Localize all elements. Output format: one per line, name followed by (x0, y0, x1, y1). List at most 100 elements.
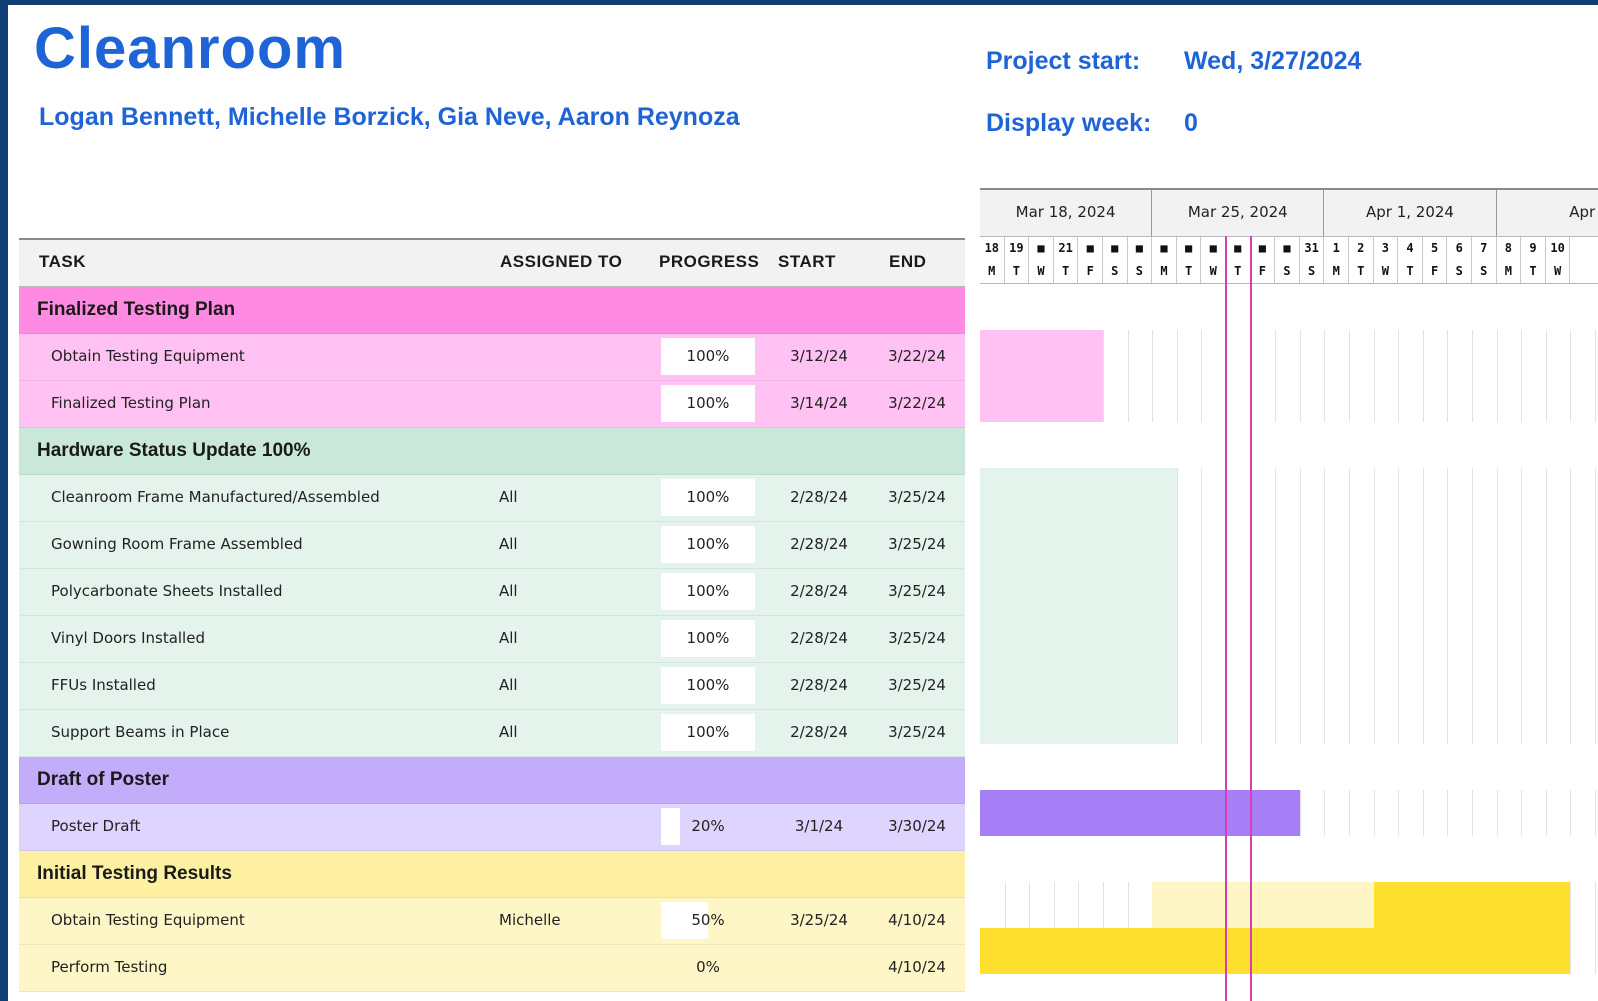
gantt-day-number: 10 (1546, 237, 1571, 260)
task-assigned[interactable]: All (499, 582, 518, 600)
column-header-progress[interactable]: PROGRESS (659, 252, 759, 272)
column-header-start[interactable]: START (778, 252, 836, 272)
gantt-task-row (980, 330, 1598, 376)
task-row[interactable]: Poster Draft 20% 3/1/24 3/30/24 (19, 804, 965, 851)
task-start[interactable]: 3/25/24 (771, 911, 867, 929)
gantt-gridline (1595, 928, 1596, 974)
spreadsheet-sheet: Cleanroom Logan Bennett, Michelle Borzic… (8, 5, 1598, 1001)
gantt-task-row (980, 652, 1598, 698)
gantt-bar[interactable] (980, 514, 1177, 560)
task-assigned[interactable]: Michelle (499, 911, 561, 929)
task-start[interactable]: 2/28/24 (771, 723, 867, 741)
project-title[interactable]: Cleanroom (34, 15, 346, 82)
task-row[interactable]: Support Beams in Place All 100% 2/28/24 3/25… (19, 710, 965, 757)
column-header-end[interactable]: END (889, 252, 926, 272)
progress-bar[interactable]: 100% (661, 338, 755, 375)
project-start-value[interactable]: Wed, 3/27/2024 (1184, 47, 1361, 76)
task-end[interactable]: 4/10/24 (871, 911, 963, 929)
task-end[interactable]: 3/25/24 (871, 723, 963, 741)
progress-bar[interactable]: 100% (661, 526, 755, 563)
task-row[interactable]: Vinyl Doors Installed All 100% 2/28/24 3/25/… (19, 616, 965, 663)
progress-bar[interactable]: 100% (661, 385, 755, 422)
task-row[interactable]: Obtain Testing Equipment Michelle 50% 3/25/… (19, 898, 965, 945)
gantt-bar[interactable] (980, 560, 1177, 606)
progress-bar[interactable]: 100% (661, 667, 755, 704)
task-name[interactable]: Obtain Testing Equipment (51, 347, 245, 365)
gantt-bar[interactable] (980, 652, 1177, 698)
task-table: TASK ASSIGNED TO PROGRESS START END Fina… (19, 238, 965, 992)
gantt-week-label[interactable]: Mar 18, 2024 (980, 190, 1153, 236)
gantt-gridline (1595, 882, 1596, 928)
column-header-task[interactable]: TASK (39, 252, 86, 272)
task-name[interactable]: Gowning Room Frame Assembled (51, 535, 303, 553)
task-end[interactable]: 3/30/24 (871, 817, 963, 835)
task-start[interactable]: 3/12/24 (771, 347, 867, 365)
gantt-week-label[interactable]: Mar 25, 2024 (1152, 190, 1325, 236)
group-header-row[interactable]: Finalized Testing Plan (19, 287, 965, 334)
task-start[interactable]: 3/14/24 (771, 394, 867, 412)
task-assigned[interactable]: All (499, 535, 518, 553)
progress-bar[interactable]: 100% (661, 573, 755, 610)
task-assigned[interactable]: All (499, 723, 518, 741)
task-name[interactable]: Polycarbonate Sheets Installed (51, 582, 282, 600)
task-start[interactable]: 3/1/24 (771, 817, 867, 835)
gantt-bar[interactable] (980, 606, 1177, 652)
task-name[interactable]: Finalized Testing Plan (51, 394, 211, 412)
task-name[interactable]: Cleanroom Frame Manufactured/Assembled (51, 488, 380, 506)
task-assigned[interactable]: All (499, 676, 518, 694)
task-start[interactable]: 2/28/24 (771, 582, 867, 600)
task-end[interactable]: 3/25/24 (871, 629, 963, 647)
gantt-bar[interactable] (980, 330, 1103, 376)
task-start[interactable]: 2/28/24 (771, 488, 867, 506)
progress-bar[interactable]: 100% (661, 714, 755, 751)
task-row[interactable]: Perform Testing 0% 4/10/24 (19, 945, 965, 992)
task-end[interactable]: 3/25/24 (871, 676, 963, 694)
task-row[interactable]: FFUs Installed All 100% 2/28/24 3/25/24 (19, 663, 965, 710)
group-header-row[interactable]: Initial Testing Results (19, 851, 965, 898)
gantt-bar[interactable] (980, 928, 1571, 974)
project-authors[interactable]: Logan Bennett, Michelle Borzick, Gia Nev… (39, 103, 740, 132)
progress-bar[interactable]: 20% (661, 808, 755, 845)
progress-bar[interactable]: 50% (661, 902, 755, 939)
task-start[interactable]: 2/28/24 (771, 535, 867, 553)
task-assigned[interactable]: All (499, 488, 518, 506)
task-end[interactable]: 3/25/24 (871, 582, 963, 600)
task-end[interactable]: 3/22/24 (871, 347, 963, 365)
task-row[interactable]: Gowning Room Frame Assembled All 100% 2/28/… (19, 522, 965, 569)
task-end[interactable]: 3/25/24 (871, 488, 963, 506)
gantt-task-row (980, 882, 1598, 928)
task-row[interactable]: Obtain Testing Equipment 100% 3/12/24 3/22/… (19, 334, 965, 381)
task-start[interactable]: 2/28/24 (771, 629, 867, 647)
task-name[interactable]: Poster Draft (51, 817, 140, 835)
task-name[interactable]: Perform Testing (51, 958, 167, 976)
task-end[interactable]: 3/25/24 (871, 535, 963, 553)
gantt-bar[interactable] (980, 698, 1177, 744)
progress-text: 0% (696, 958, 720, 976)
task-start[interactable]: 2/28/24 (771, 676, 867, 694)
task-assigned[interactable]: All (499, 629, 518, 647)
gantt-bar-progress[interactable] (1373, 882, 1571, 928)
group-header-row[interactable]: Hardware Status Update 100% (19, 428, 965, 475)
gantt-bar[interactable] (980, 468, 1177, 514)
progress-bar[interactable]: 100% (661, 479, 755, 516)
task-end[interactable]: 3/22/24 (871, 394, 963, 412)
progress-bar[interactable]: 0% (661, 949, 755, 986)
task-end[interactable]: 4/10/24 (871, 958, 963, 976)
task-name[interactable]: Vinyl Doors Installed (51, 629, 205, 647)
gantt-gridline (1176, 514, 1178, 560)
group-header-row[interactable]: Draft of Poster (19, 757, 965, 804)
gantt-day-numbers: 18 19 ■ 21 ■ ■ ■ ■ ■ ■ ■ ■ ■ 31 1 2 3 4 5 6 7 8 9 10 (980, 236, 1598, 260)
column-header-assigned[interactable]: ASSIGNED TO (500, 252, 622, 272)
task-name[interactable]: Support Beams in Place (51, 723, 229, 741)
gantt-bar[interactable] (980, 376, 1103, 422)
gantt-week-label[interactable]: Apr 1, 2024 (1324, 190, 1497, 236)
task-row[interactable]: Cleanroom Frame Manufactured/Assembled Al… (19, 475, 965, 522)
task-row[interactable]: Finalized Testing Plan 100% 3/14/24 3/22/24 (19, 381, 965, 428)
gantt-bar[interactable] (980, 790, 1300, 836)
task-row[interactable]: Polycarbonate Sheets Installed All 100% 2/2… (19, 569, 965, 616)
task-name[interactable]: Obtain Testing Equipment (51, 911, 245, 929)
gantt-week-label[interactable]: Apr (1497, 190, 1598, 236)
task-name[interactable]: FFUs Installed (51, 676, 156, 694)
display-week-value[interactable]: 0 (1184, 109, 1198, 138)
progress-bar[interactable]: 100% (661, 620, 755, 657)
